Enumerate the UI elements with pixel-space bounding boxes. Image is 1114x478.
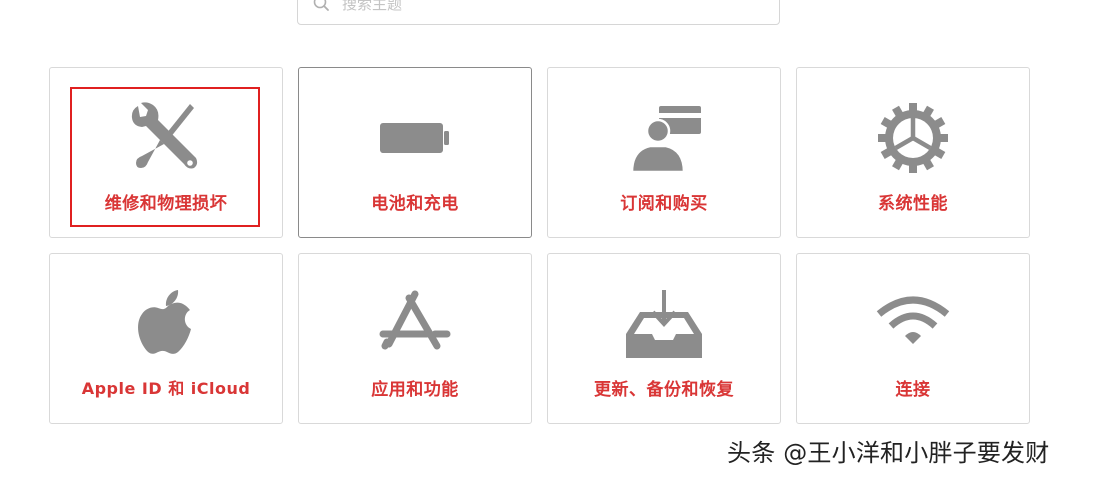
tile-apple-id-icloud[interactable]: Apple ID 和 iCloud — [49, 253, 283, 424]
wifi-icon — [873, 284, 953, 364]
wrench-screwdriver-icon — [126, 98, 206, 178]
person-card-icon — [624, 98, 704, 178]
download-tray-icon — [624, 284, 704, 364]
search-icon — [313, 0, 331, 11]
apple-logo-icon — [126, 284, 206, 364]
tile-label: 系统性能 — [878, 194, 948, 214]
tile-system-performance[interactable]: 系统性能 — [796, 67, 1030, 238]
app-store-icon — [375, 284, 455, 364]
gear-icon — [873, 98, 953, 178]
tile-update-backup-restore[interactable]: 更新、备份和恢复 — [547, 253, 781, 424]
tile-label: 应用和功能 — [371, 380, 459, 400]
tile-repair-damage[interactable]: 维修和物理损坏 — [49, 67, 283, 238]
tile-label: 维修和物理损坏 — [104, 194, 228, 214]
tile-subscriptions-purchases[interactable]: 订阅和购买 — [547, 67, 781, 238]
tile-battery-charging[interactable]: 电池和充电 — [298, 67, 532, 238]
tile-connection[interactable]: 连接 — [796, 253, 1030, 424]
search-box[interactable] — [297, 0, 780, 25]
tile-label: 订阅和购买 — [620, 194, 708, 214]
battery-icon — [375, 98, 455, 178]
tile-label: Apple ID 和 iCloud — [81, 379, 251, 398]
tile-label: 更新、备份和恢复 — [594, 380, 734, 400]
tile-label: 电池和充电 — [371, 194, 459, 214]
watermark: 头条 @王小洋和小胖子要发财 — [727, 439, 1050, 467]
tile-apps-features[interactable]: 应用和功能 — [298, 253, 532, 424]
search-input[interactable] — [342, 0, 762, 15]
tile-label: 连接 — [895, 380, 931, 400]
